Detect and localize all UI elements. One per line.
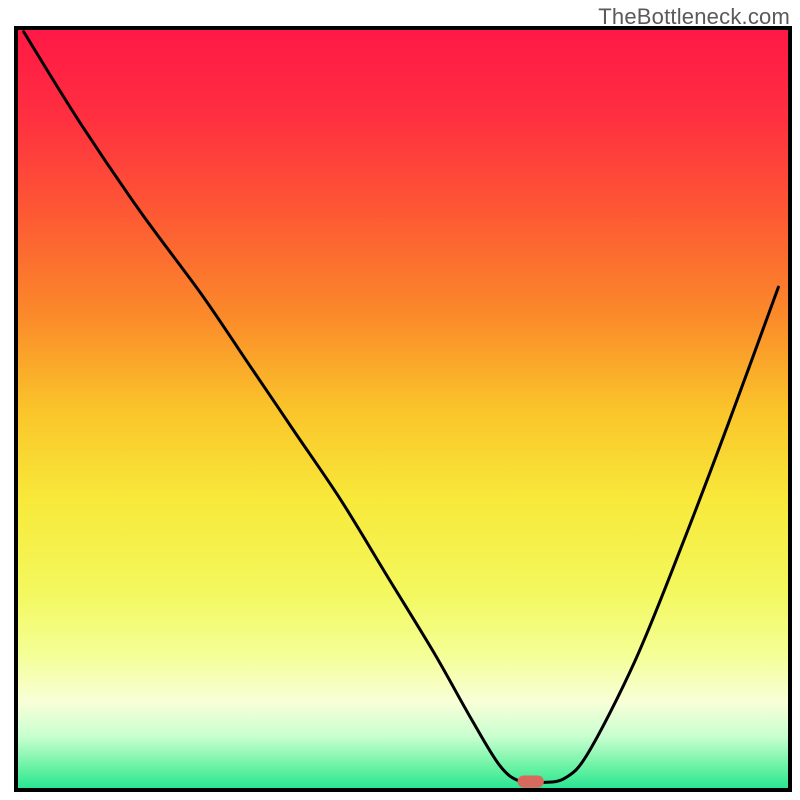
plot-background <box>16 28 790 790</box>
minimum-marker <box>518 776 544 788</box>
bottleneck-chart <box>0 0 800 800</box>
chart-container: TheBottleneck.com <box>0 0 800 800</box>
watermark-text: TheBottleneck.com <box>598 4 790 30</box>
